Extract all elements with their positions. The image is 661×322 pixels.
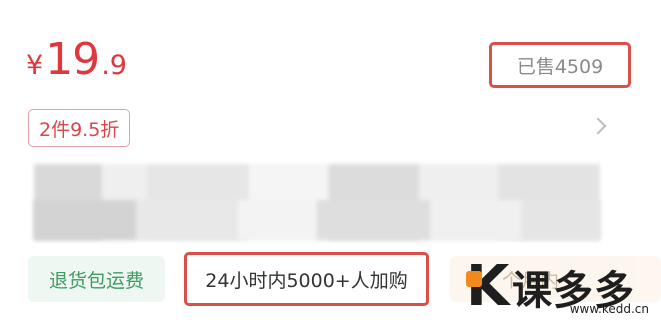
watermark-k-icon: K bbox=[466, 254, 510, 319]
sold-count-label: 已售4509 bbox=[516, 55, 604, 78]
price-decimal: .9 bbox=[101, 50, 127, 81]
return-shipping-tag[interactable]: 退货包运费 bbox=[28, 256, 165, 302]
blurred-content-row bbox=[34, 200, 600, 240]
discount-tag[interactable]: 2件9.5折 bbox=[28, 109, 131, 147]
cart-count-tag[interactable]: 24小时内5000+人加购 bbox=[184, 252, 429, 306]
chevron-right-icon[interactable] bbox=[589, 117, 607, 135]
watermark-url: www.kedd.cn bbox=[569, 302, 649, 316]
return-shipping-label: 退货包运费 bbox=[48, 269, 144, 292]
product-price: ¥ 19 .9 bbox=[26, 38, 127, 82]
currency-symbol: ¥ bbox=[26, 50, 44, 81]
watermark-logo: K 课多多 www.kedd.cn bbox=[466, 258, 661, 316]
cart-count-label: 24小时内5000+人加购 bbox=[205, 269, 408, 292]
discount-label: 2件9.5折 bbox=[39, 118, 120, 141]
sold-count: 已售4509 bbox=[489, 42, 631, 88]
price-integer: 19 bbox=[45, 34, 100, 85]
